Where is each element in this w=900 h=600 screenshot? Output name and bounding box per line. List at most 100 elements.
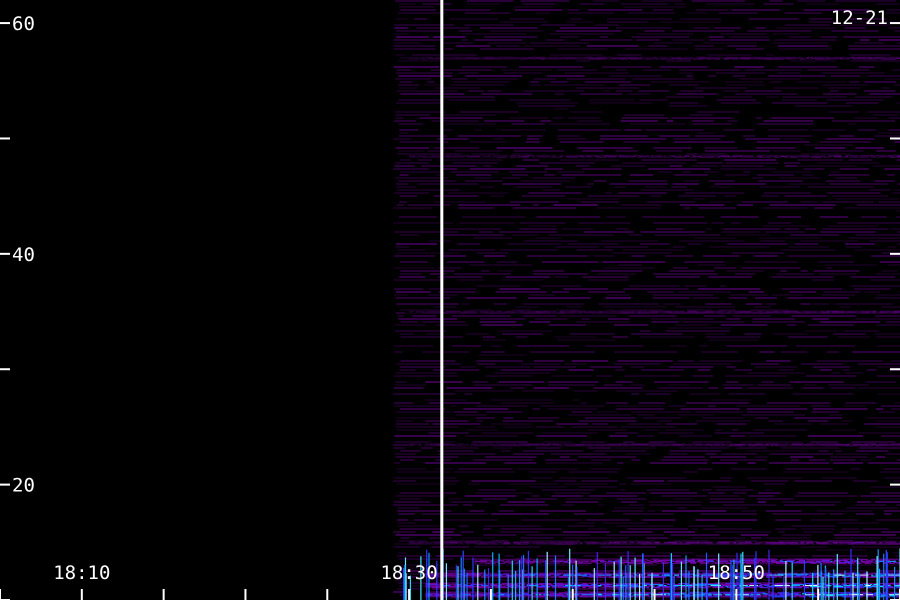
burst-line	[688, 571, 690, 600]
band-segment	[422, 543, 436, 545]
burst-line	[455, 565, 457, 600]
noise-streak	[862, 528, 889, 530]
noise-streak	[431, 120, 479, 122]
noise-streak	[718, 12, 758, 14]
noise-streak	[615, 369, 625, 371]
noise-streak	[813, 270, 860, 272]
band-segment	[744, 312, 755, 314]
noise-streak	[723, 96, 752, 98]
noise-streak	[669, 84, 700, 86]
noise-streak	[800, 240, 858, 242]
noise-streak	[396, 420, 413, 422]
band-segment	[481, 312, 492, 314]
noise-streak	[823, 291, 861, 293]
noise-streak	[557, 129, 621, 131]
noise-streak	[550, 81, 568, 83]
noise-streak	[528, 192, 582, 194]
noise-streak	[553, 204, 598, 206]
noise-streak	[800, 303, 811, 305]
noise-streak	[647, 291, 674, 293]
band-segment	[682, 445, 685, 447]
band-segment	[889, 156, 896, 158]
noise-streak	[536, 435, 588, 437]
noise-streak	[549, 33, 615, 35]
burst-line	[850, 549, 852, 600]
noise-streak	[707, 54, 752, 56]
noise-streak	[502, 177, 521, 179]
noise-streak	[396, 249, 425, 251]
noise-streak	[490, 579, 514, 581]
noise-streak	[511, 153, 532, 155]
noise-streak	[771, 171, 812, 173]
noise-streak	[533, 387, 569, 389]
noise-streak	[395, 330, 446, 332]
noise-streak	[503, 426, 533, 428]
burst-line	[885, 550, 887, 600]
noise-streak	[393, 45, 436, 47]
noise-streak	[394, 441, 430, 443]
noise-streak	[746, 303, 763, 305]
noise-streak	[509, 18, 544, 20]
noise-streak	[400, 450, 421, 452]
noise-streak	[618, 192, 667, 194]
noise-streak	[554, 276, 569, 278]
noise-streak	[827, 192, 881, 194]
noise-streak	[879, 411, 895, 413]
band-segment	[670, 445, 680, 447]
noise-streak	[716, 423, 747, 425]
noise-streak	[805, 228, 817, 230]
band-segment	[706, 312, 715, 314]
noise-streak	[422, 513, 488, 515]
band-segment	[796, 312, 811, 314]
noise-streak	[896, 102, 900, 104]
noise-streak	[578, 222, 631, 224]
noise-streak	[465, 75, 522, 77]
noise-streak	[716, 72, 766, 74]
noise-streak	[873, 114, 899, 116]
noise-streak	[758, 180, 803, 182]
noise-streak	[563, 531, 610, 533]
noise-streak	[687, 243, 702, 245]
noise-streak	[396, 36, 429, 38]
noise-streak	[620, 204, 662, 206]
noise-streak	[768, 135, 812, 137]
band-segment	[758, 58, 764, 60]
band-segment	[602, 58, 610, 60]
noise-streak	[793, 393, 854, 395]
noise-streak	[781, 288, 843, 290]
noise-streak	[616, 228, 629, 230]
noise-streak	[695, 555, 756, 557]
noise-streak	[869, 189, 891, 191]
noise-streak	[638, 90, 669, 92]
noise-streak	[539, 510, 586, 512]
noise-streak	[816, 360, 883, 362]
band-segment	[767, 312, 772, 314]
noise-streak	[576, 87, 639, 89]
noise-streak	[398, 150, 425, 152]
noise-streak	[545, 39, 565, 41]
band-segment	[810, 562, 817, 564]
noise-streak	[632, 78, 695, 80]
band-segment	[835, 543, 848, 545]
noise-streak	[807, 324, 854, 326]
noise-streak	[547, 384, 596, 386]
noise-streak	[508, 483, 559, 485]
noise-streak	[469, 264, 532, 266]
noise-streak	[395, 117, 404, 119]
band-segment	[805, 543, 810, 545]
band-segment	[582, 587, 586, 589]
noise-streak	[677, 414, 714, 416]
noise-streak	[629, 123, 686, 125]
noise-streak	[393, 393, 456, 395]
noise-streak	[588, 429, 627, 431]
noise-streak	[484, 120, 525, 122]
noise-streak	[642, 519, 676, 521]
band-segment	[495, 58, 503, 60]
noise-streak	[699, 345, 709, 347]
noise-streak	[665, 423, 698, 425]
burst-line	[878, 568, 881, 600]
noise-streak	[708, 276, 752, 278]
noise-streak	[786, 468, 833, 470]
noise-streak	[624, 129, 642, 131]
noise-streak	[505, 276, 551, 278]
